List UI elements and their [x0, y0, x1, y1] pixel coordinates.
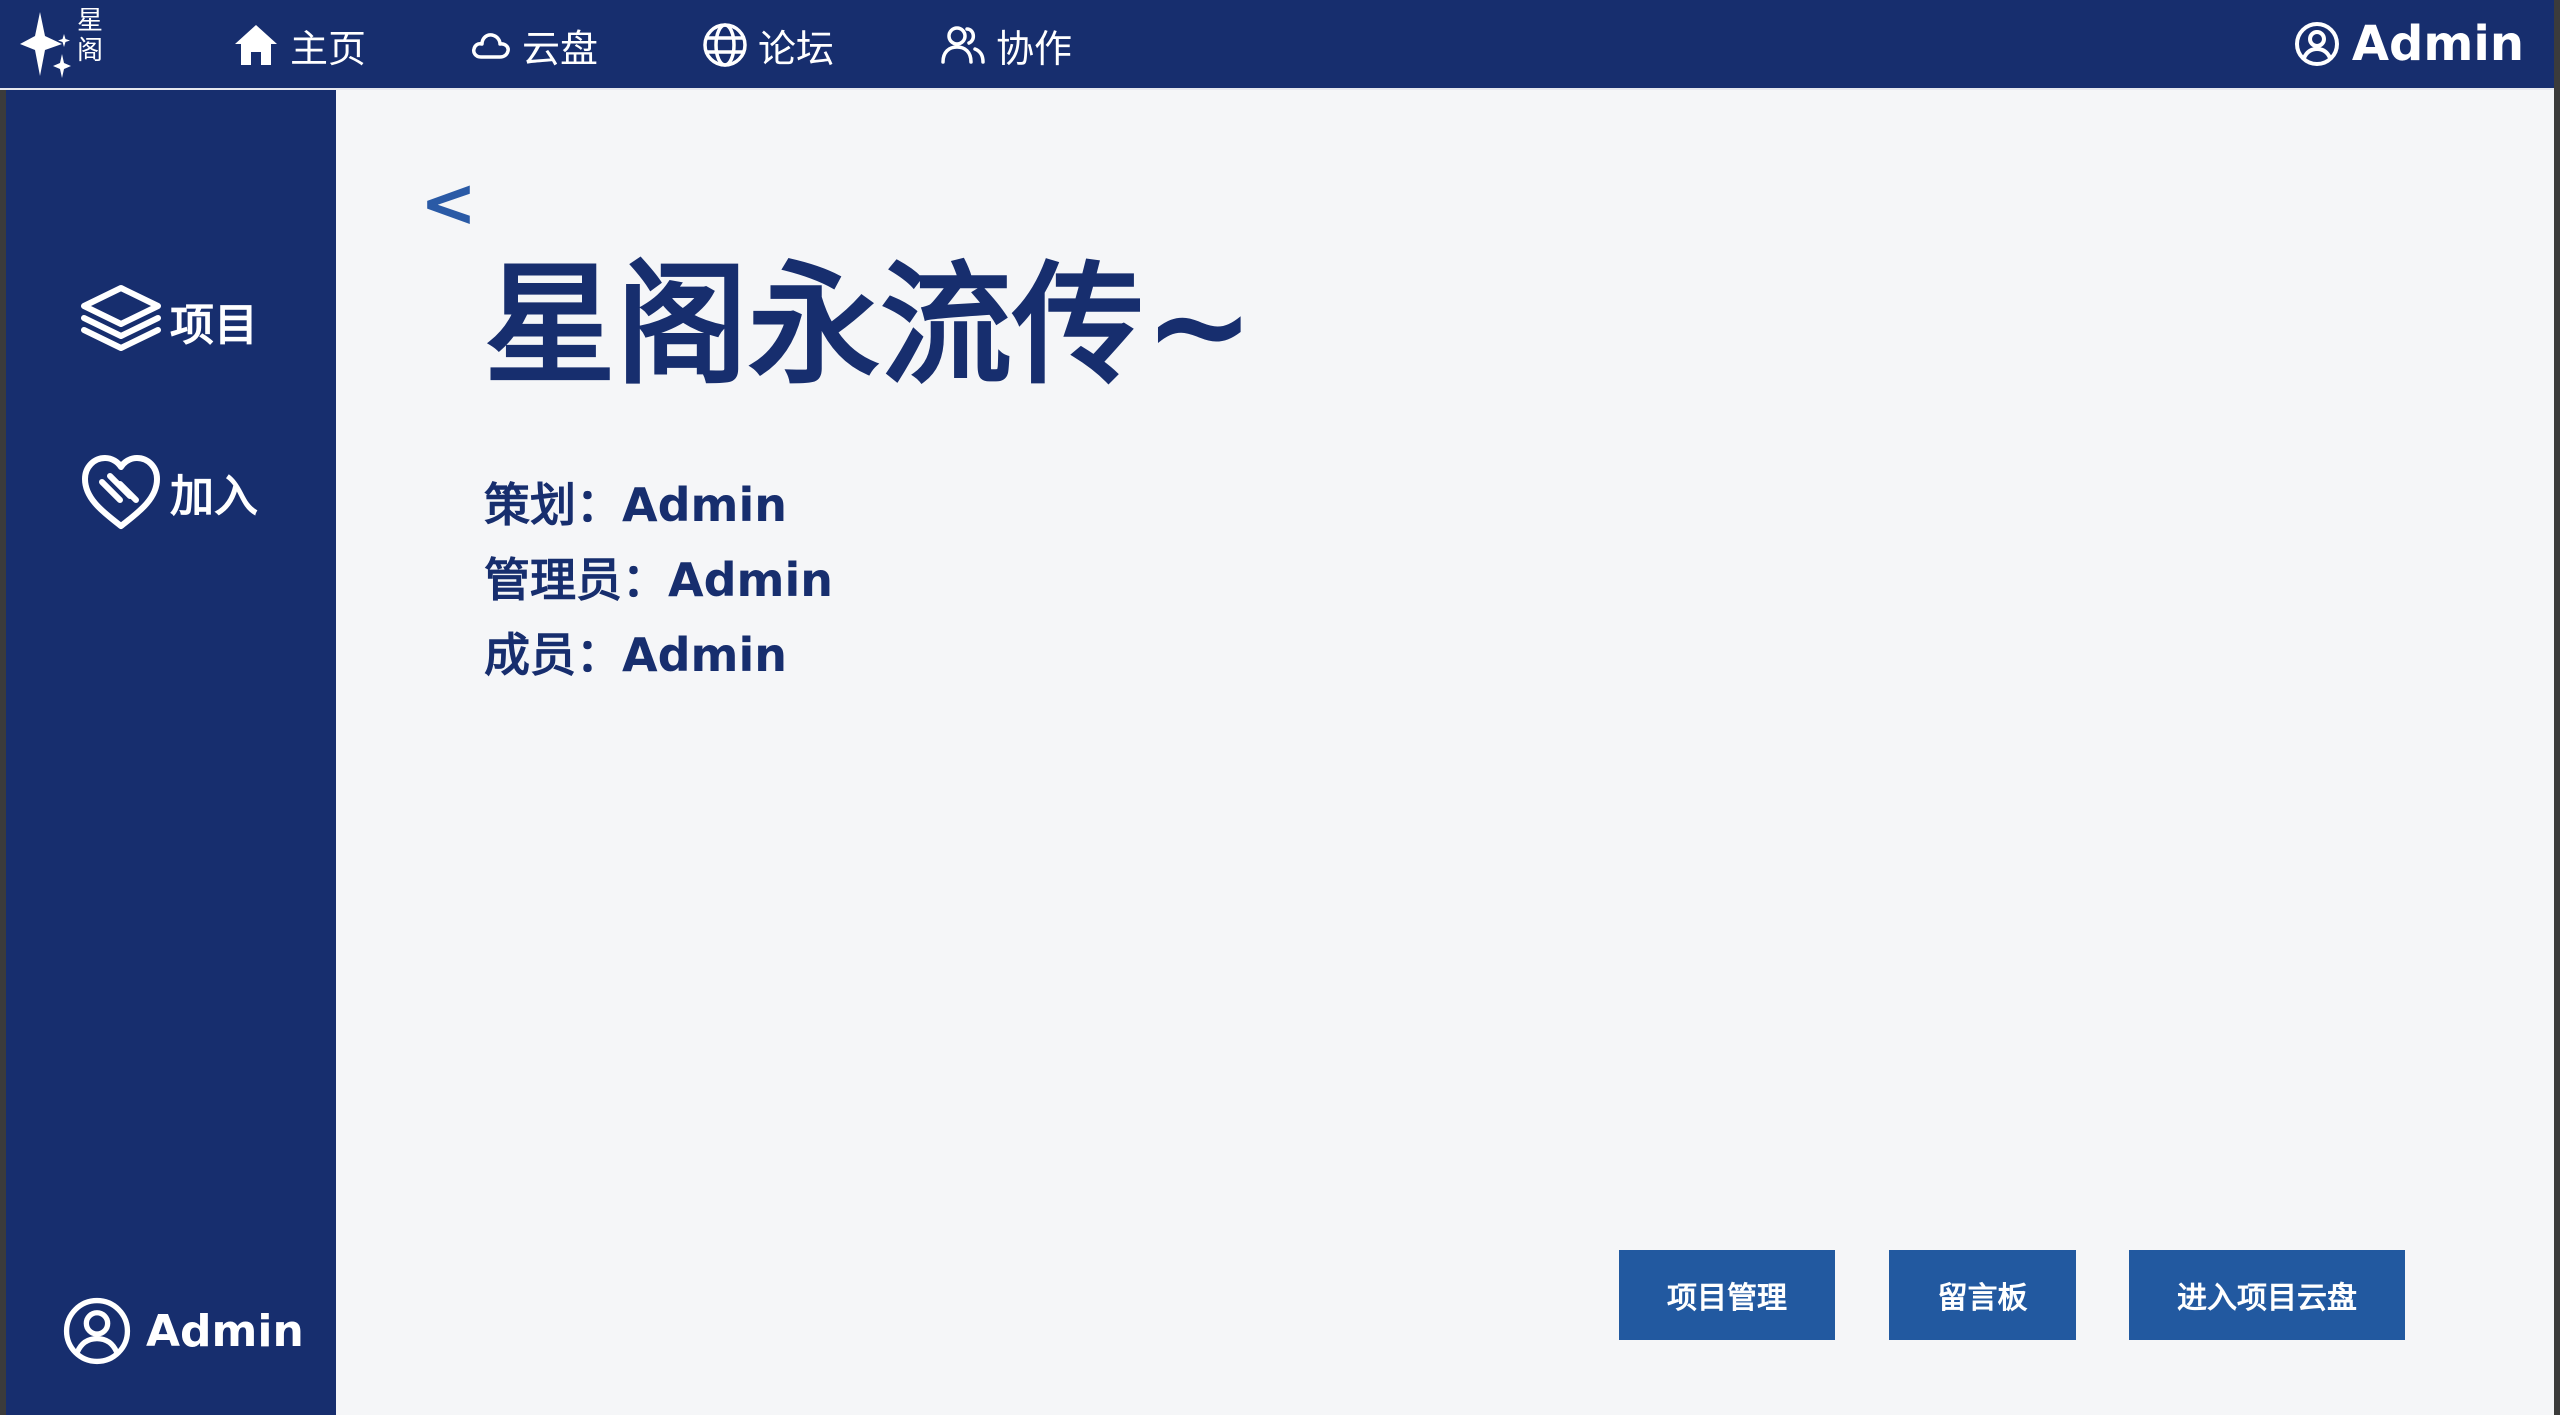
nav-collab-label: 协作 — [996, 26, 1073, 71]
project-admin: 管理员：Admin — [484, 553, 833, 607]
nav-cloud-drive[interactable]: 云盘 — [470, 18, 598, 72]
sidebar-item-projects[interactable]: 项目 — [80, 282, 258, 360]
home-icon — [235, 25, 277, 65]
sidebar-item-join[interactable]: 加入 — [80, 452, 258, 532]
user-circle-icon — [63, 1297, 131, 1365]
sidebar: 项目 加入 Admin — [6, 90, 336, 1415]
project-detail-panel: < 星阁永流传~ 策划：Admin 管理员：Admin 成员：Admin 项目管… — [336, 90, 2554, 1415]
nav-forum-label: 论坛 — [758, 26, 835, 71]
sparkle-stars-icon — [20, 12, 71, 78]
app-window: 星阁 主页 云盘 论坛 协作 Admin 项目 加入 Admin < 星阁永流传… — [0, 0, 2560, 1415]
top-user-name: Admin — [2351, 16, 2524, 72]
heart-handshake-icon — [82, 455, 160, 529]
cloud-icon — [472, 33, 510, 59]
layers-icon — [81, 285, 161, 351]
nav-collaboration[interactable]: 协作 — [940, 18, 1072, 72]
nav-cloud-label: 云盘 — [522, 26, 599, 71]
site-logo[interactable]: 星阁 — [18, 4, 108, 82]
nav-home[interactable]: 主页 — [232, 18, 366, 72]
window-edge — [2554, 0, 2560, 1415]
logo-text: 星阁 — [76, 6, 103, 66]
message-board-button[interactable]: 留言板 — [1889, 1250, 2076, 1340]
project-manage-button[interactable]: 项目管理 — [1619, 1250, 1835, 1340]
top-user-menu[interactable]: Admin — [2294, 14, 2524, 74]
users-icon — [941, 26, 985, 64]
sidebar-user-name: Admin — [146, 1305, 304, 1357]
top-navigation-bar: 星阁 主页 云盘 论坛 协作 Admin — [0, 0, 2554, 90]
globe-icon — [703, 23, 747, 67]
nav-home-label: 主页 — [290, 26, 367, 71]
project-title: 星阁永流传~ — [484, 249, 1255, 403]
sidebar-item-join-label: 加入 — [170, 471, 258, 522]
sidebar-user[interactable]: Admin — [62, 1296, 304, 1366]
enter-project-cloud-button[interactable]: 进入项目云盘 — [2129, 1250, 2405, 1340]
project-planner: 策划：Admin — [484, 478, 787, 532]
project-member: 成员：Admin — [484, 628, 787, 682]
back-button[interactable]: < — [420, 170, 477, 238]
user-circle-icon — [2294, 22, 2339, 66]
sidebar-item-projects-label: 项目 — [170, 300, 258, 351]
nav-forum[interactable]: 论坛 — [702, 18, 834, 72]
